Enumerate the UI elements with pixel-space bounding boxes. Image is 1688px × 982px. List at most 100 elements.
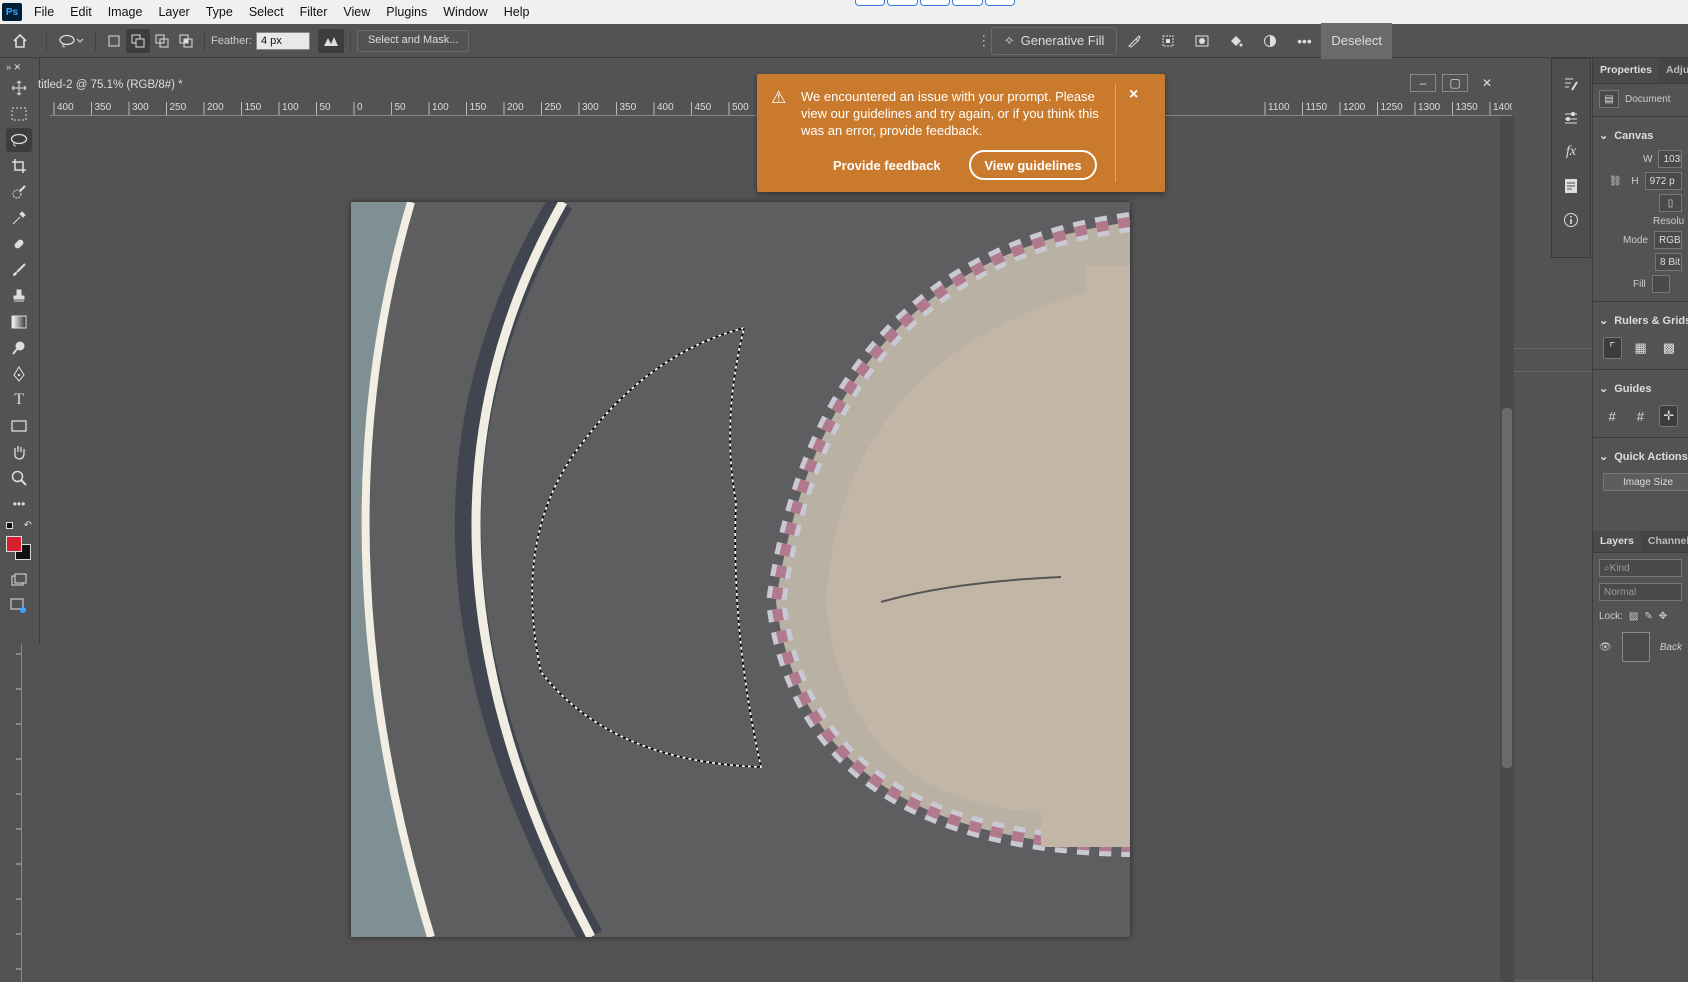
pixel-grid-icon[interactable]: ▩: [1660, 337, 1678, 359]
adjustment-icon[interactable]: [1253, 29, 1287, 53]
new-selection-icon[interactable]: [102, 29, 126, 53]
object-selection-icon[interactable]: [6, 180, 32, 204]
document-tab-title[interactable]: titled-2 @ 75.1% (RGB/8#) *: [38, 74, 183, 96]
grid-toggle-icon[interactable]: ▦: [1632, 337, 1650, 359]
visibility-eye-icon[interactable]: 👁: [1599, 642, 1612, 653]
tab-adjustments[interactable]: Adjus: [1658, 58, 1688, 83]
collapsed-panel-strip[interactable]: [1514, 348, 1592, 372]
notes-panel-icon[interactable]: [1555, 171, 1587, 201]
menu-plugins[interactable]: Plugins: [378, 5, 435, 19]
brush-tool-icon[interactable]: [6, 258, 32, 282]
lasso-tool-icon[interactable]: [6, 128, 32, 152]
adjustments-panel-icon[interactable]: [1555, 103, 1587, 133]
mask-icon[interactable]: [1185, 29, 1219, 53]
taskbar-tab[interactable]: [984, 0, 1016, 6]
generative-fill-button[interactable]: ✧ Generative Fill: [990, 26, 1118, 55]
bit-depth-select[interactable]: 8 Bit: [1655, 253, 1682, 271]
minimize-icon[interactable]: –: [1410, 74, 1436, 92]
edit-toolbar-icon[interactable]: •••: [6, 492, 32, 516]
type-tool-icon[interactable]: T: [6, 388, 32, 412]
swap-colors-icon[interactable]: ↶: [6, 518, 32, 532]
lock-position-icon[interactable]: ✥: [1659, 611, 1667, 622]
zoom-tool-icon[interactable]: [6, 466, 32, 490]
lock-guides-icon[interactable]: #: [1631, 405, 1649, 427]
eyedropper-icon[interactable]: [6, 206, 32, 230]
contextual-taskbar-tabs[interactable]: [855, 0, 1016, 6]
menu-select[interactable]: Select: [241, 5, 292, 19]
rulers-grids-section-header[interactable]: ⌄ Rulers & Grids: [1593, 308, 1688, 333]
fill-bucket-icon[interactable]: [1219, 29, 1253, 53]
stamp-tool-icon[interactable]: [6, 284, 32, 308]
anti-alias-icon[interactable]: [317, 28, 344, 53]
dodge-tool-icon[interactable]: [6, 336, 32, 360]
healing-brush-icon[interactable]: [6, 232, 32, 256]
lasso-preset-icon[interactable]: [53, 29, 89, 53]
lock-brush-icon[interactable]: ✎: [1644, 611, 1652, 622]
foreground-color-swatch[interactable]: [6, 536, 22, 552]
styles-fx-icon[interactable]: fx: [1555, 137, 1587, 167]
menu-layer[interactable]: Layer: [150, 5, 197, 19]
layer-row[interactable]: 👁 Back: [1593, 624, 1688, 664]
taskbar-tab[interactable]: [887, 0, 918, 6]
tab-layers[interactable]: Layers: [1593, 531, 1641, 552]
color-swatches[interactable]: [6, 534, 32, 566]
subtract-selection-icon[interactable]: [150, 29, 174, 53]
menu-file[interactable]: File: [26, 5, 62, 19]
info-panel-icon[interactable]: [1555, 205, 1587, 235]
guides-toggle-icon[interactable]: #: [1603, 405, 1621, 427]
taskbar-tab[interactable]: [855, 0, 886, 6]
pen-tool-icon[interactable]: [6, 362, 32, 386]
close-icon[interactable]: ✕: [1474, 74, 1500, 92]
taskbar-tab[interactable]: [952, 0, 983, 6]
image-size-button[interactable]: Image Size: [1603, 473, 1688, 491]
provide-feedback-link[interactable]: Provide feedback: [833, 158, 941, 173]
menu-image[interactable]: Image: [100, 5, 151, 19]
deselect-button[interactable]: Deselect: [1321, 22, 1392, 59]
panel-collapse-icon[interactable]: » ✕: [6, 60, 32, 74]
mode-select[interactable]: RGB: [1654, 231, 1682, 249]
drag-handle-icon[interactable]: ⋮: [977, 29, 991, 53]
intersect-selection-icon[interactable]: [174, 29, 198, 53]
maximize-icon[interactable]: ▢: [1442, 74, 1468, 92]
ruler-toggle-icon[interactable]: ⌜: [1603, 337, 1622, 359]
crop-tool-icon[interactable]: [6, 154, 32, 178]
quick-mask-icon[interactable]: [6, 568, 32, 592]
width-field[interactable]: 1035: [1658, 150, 1682, 168]
document-canvas[interactable]: [351, 202, 1130, 937]
menu-filter[interactable]: Filter: [292, 5, 336, 19]
smart-guides-icon[interactable]: ✛: [1659, 405, 1678, 427]
menu-view[interactable]: View: [335, 5, 378, 19]
guides-section-header[interactable]: ⌄ Guides: [1593, 376, 1688, 401]
menu-help[interactable]: Help: [496, 5, 538, 19]
layer-kind-filter[interactable]: ⌕ Kind: [1599, 559, 1682, 577]
lock-transparency-icon[interactable]: ▨: [1629, 611, 1638, 622]
orientation-icon[interactable]: ▯: [1659, 194, 1682, 212]
scrollbar-thumb[interactable]: [1502, 408, 1512, 768]
menu-window[interactable]: Window: [435, 5, 495, 19]
taskbar-tab[interactable]: [919, 0, 951, 6]
close-alert-icon[interactable]: ×: [1129, 86, 1138, 104]
screen-mode-icon[interactable]: [6, 594, 32, 618]
history-panel-icon[interactable]: [1555, 69, 1587, 99]
tab-properties[interactable]: Properties: [1593, 58, 1659, 83]
canvas-section-header[interactable]: ⌄ Canvas: [1593, 123, 1688, 148]
transform-selection-icon[interactable]: [1151, 29, 1185, 53]
hand-tool-icon[interactable]: [6, 440, 32, 464]
race-track-image[interactable]: [351, 202, 1130, 937]
tab-channels[interactable]: Channels: [1640, 531, 1688, 552]
canvas-vertical-scrollbar[interactable]: [1500, 116, 1514, 982]
move-tool-icon[interactable]: [6, 76, 32, 100]
marquee-tool-icon[interactable]: [6, 102, 32, 126]
feather-input[interactable]: [255, 31, 310, 50]
gradient-tool-icon[interactable]: [6, 310, 32, 334]
home-icon[interactable]: [0, 29, 40, 53]
quick-actions-section-header[interactable]: ⌄ Quick Actions: [1593, 444, 1688, 469]
more-options-icon[interactable]: •••: [1287, 29, 1321, 53]
rectangle-tool-icon[interactable]: [6, 414, 32, 438]
select-and-mask-button[interactable]: Select and Mask...: [356, 29, 470, 52]
brush-selection-icon[interactable]: [1117, 29, 1151, 53]
menu-type[interactable]: Type: [198, 5, 241, 19]
add-selection-icon[interactable]: [126, 28, 150, 53]
height-field[interactable]: 972 p: [1644, 172, 1682, 190]
link-icon[interactable]: ⛓: [1609, 176, 1625, 187]
